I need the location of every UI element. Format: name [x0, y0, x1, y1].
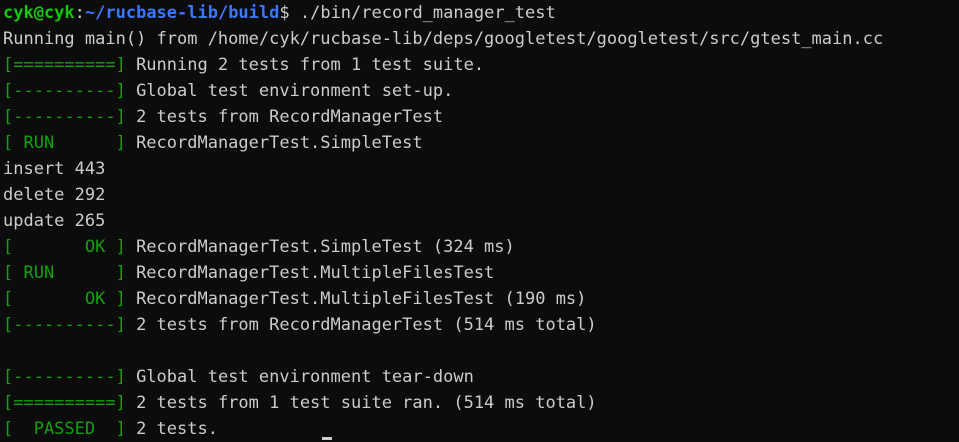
output-line: [----------] 2 tests from RecordManagerT… [3, 312, 959, 338]
plain-output-line: update 265 [3, 211, 106, 231]
output-line: [ OK ] RecordManagerTest.MultipleFilesTe… [3, 286, 959, 312]
output-line: [ PASSED ] 2 tests. [3, 416, 959, 442]
gtest-message: Global test environment tear-down [125, 367, 474, 387]
plain-output-line: insert 443 [3, 159, 106, 179]
gtest-message: RecordManagerTest.SimpleTest [125, 133, 423, 153]
gtest-tag: [==========] [3, 393, 126, 413]
gtest-message: 2 tests from RecordManagerTest [125, 107, 444, 127]
gtest-tag: [ OK ] [3, 237, 126, 257]
prompt-user-host: cyk@cyk [3, 3, 75, 23]
gtest-tag: [----------] [3, 367, 126, 387]
gtest-message: RecordManagerTest.SimpleTest (324 ms) [125, 237, 515, 257]
gtest-message: RecordManagerTest.MultipleFilesTest [125, 263, 495, 283]
gtest-message: Running 2 tests from 1 test suite. [125, 55, 485, 75]
gtest-tag: [----------] [3, 315, 126, 335]
gtest-message: 2 tests from RecordManagerTest (514 ms t… [125, 315, 597, 335]
prompt-command: ./bin/record_manager_test [289, 3, 556, 23]
terminal-cursor [322, 437, 332, 440]
gtest-message: 2 tests. [125, 419, 218, 439]
output-line: [==========] 2 tests from 1 test suite r… [3, 390, 959, 416]
output-line: [----------] 2 tests from RecordManagerT… [3, 104, 959, 130]
gtest-tag: [ OK ] [3, 289, 126, 309]
plain-output-line: delete 292 [3, 185, 106, 205]
output-line: [==========] Running 2 tests from 1 test… [3, 52, 959, 78]
prompt-symbol: $ [279, 3, 290, 23]
gtest-tag: [==========] [3, 55, 126, 75]
gtest-message: RecordManagerTest.MultipleFilesTest (190… [125, 289, 587, 309]
gtest-tag: [----------] [3, 107, 126, 127]
running-main-line: Running main() from /home/cyk/rucbase-li… [3, 29, 884, 49]
gtest-message: Global test environment set-up. [125, 81, 454, 101]
output-line: [ OK ] RecordManagerTest.SimpleTest (324… [3, 234, 959, 260]
gtest-tag: [ RUN ] [3, 133, 126, 153]
output-line: [ RUN ] RecordManagerTest.MultipleFilesT… [3, 260, 959, 286]
gtest-tag: [----------] [3, 81, 126, 101]
output-line: [----------] Global test environment set… [3, 78, 959, 104]
prompt-separator: : [74, 3, 85, 23]
output-line: [----------] Global test environment tea… [3, 364, 959, 390]
terminal-window[interactable]: cyk@cyk:~/rucbase-lib/build$ ./bin/recor… [0, 0, 959, 442]
gtest-tag: [ RUN ] [3, 263, 126, 283]
gtest-message: 2 tests from 1 test suite ran. (514 ms t… [125, 393, 597, 413]
output-line: [ RUN ] RecordManagerTest.SimpleTest [3, 130, 959, 156]
prompt-line: cyk@cyk:~/rucbase-lib/build$ ./bin/recor… [3, 0, 959, 26]
gtest-tag: [ PASSED ] [3, 419, 126, 439]
prompt-path: ~/rucbase-lib/build [84, 3, 280, 23]
